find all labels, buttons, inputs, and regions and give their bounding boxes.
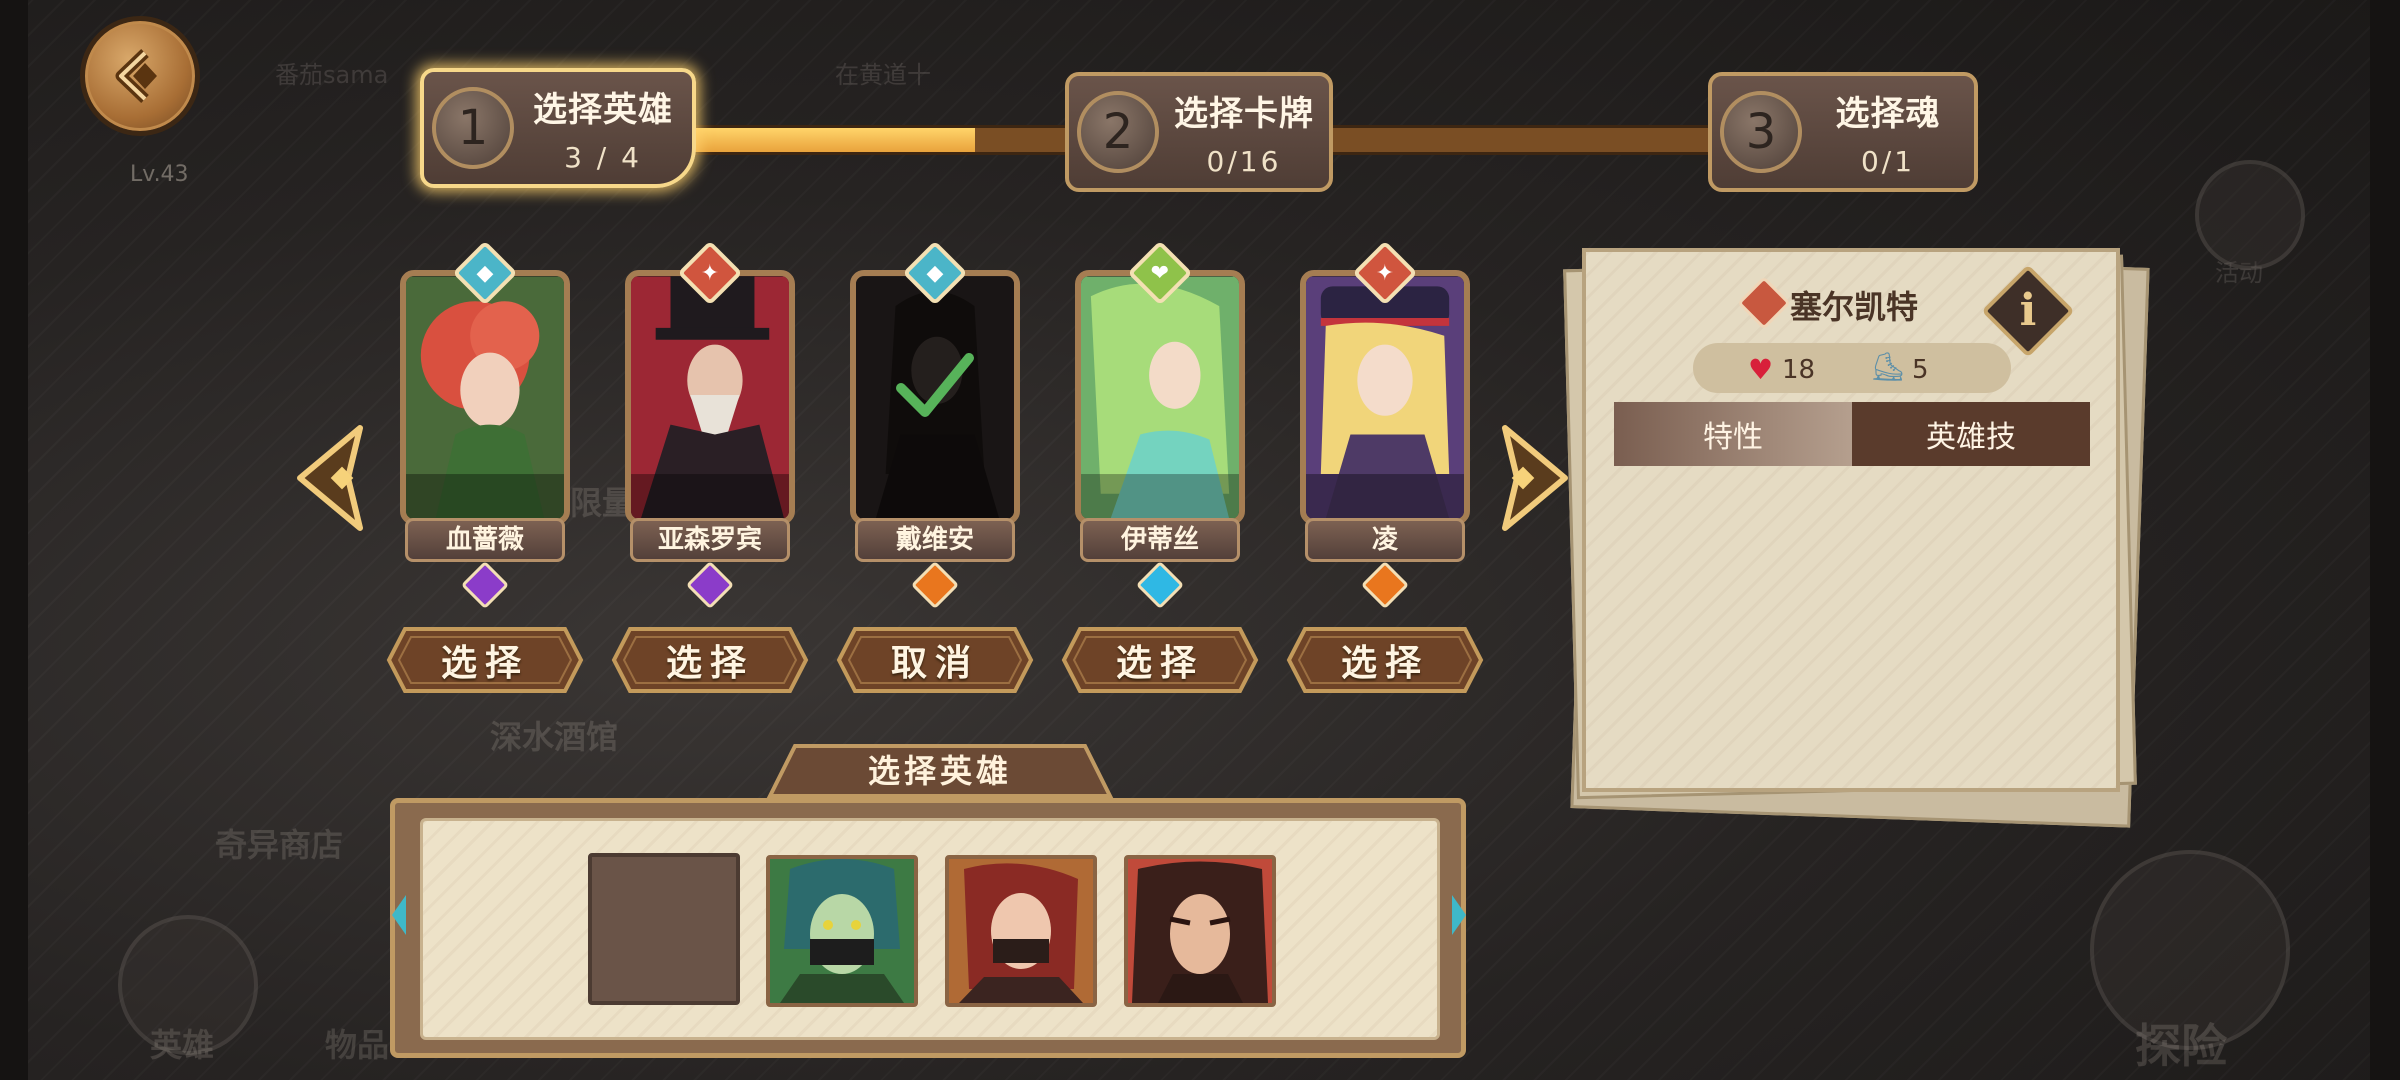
hero-portrait-art	[631, 276, 789, 519]
button-label: 选择	[665, 643, 754, 684]
hero-card-1[interactable]: ◆ 血蔷薇	[390, 240, 580, 610]
hero-portrait-art	[406, 276, 564, 519]
hero-name: 血蔷薇	[405, 518, 565, 562]
left-edge	[0, 0, 28, 1080]
selected-hero-portrait	[770, 859, 914, 1003]
step-title: 选择卡牌	[1174, 94, 1314, 134]
nav-items-ghost: 物品	[325, 1026, 390, 1064]
cancel-hero-3-button[interactable]: 取消	[835, 625, 1035, 695]
hero-card-3[interactable]: ◆ 戴维安	[840, 240, 1030, 610]
hero-portrait	[625, 270, 795, 525]
tavern-ghost: 深水酒馆	[490, 718, 619, 756]
button-label: 选择	[1115, 643, 1204, 684]
heart-icon: ♥	[1748, 353, 1774, 386]
nav-heroes-ghost: 英雄	[150, 1026, 215, 1064]
selected-heroes-title: 选择英雄	[867, 752, 1012, 790]
stats-bar	[1693, 343, 2011, 393]
hero-slot-filled[interactable]	[945, 855, 1097, 1007]
step-title: 选择魂	[1835, 94, 1941, 134]
step-title: 选择英雄	[533, 90, 673, 130]
hero-slot-filled[interactable]	[1124, 855, 1276, 1007]
info-tabs: 特性 英雄技	[1614, 402, 2090, 466]
hero-portrait-art	[1306, 276, 1464, 519]
explore-ghost: 探险	[2135, 1019, 2227, 1073]
hero-name: 戴维安	[855, 518, 1015, 562]
info-icon: i	[2019, 285, 2037, 336]
hp-value: 18	[1782, 355, 1816, 385]
select-hero-1-button[interactable]: 选择	[385, 625, 585, 695]
button-label: 选择	[440, 643, 529, 684]
hero-portrait-art	[1081, 276, 1239, 519]
hero-slot-empty[interactable]	[588, 853, 740, 1005]
step-count: 0/1	[1860, 145, 1916, 178]
selected-heroes-slots	[420, 818, 1440, 1040]
hero-portrait	[1300, 270, 1470, 525]
event-circle	[2195, 160, 2305, 270]
selected-hero-portrait	[949, 859, 1093, 1003]
select-hero-5-button[interactable]: 选择	[1285, 625, 1485, 695]
step-number: 2	[1077, 91, 1159, 173]
step-number: 3	[1720, 91, 1802, 173]
hero-card-4[interactable]: ❤ 伊蒂丝	[1065, 240, 1255, 610]
status-ghost: 在黄道十	[835, 61, 931, 89]
player-name-ghost: 番茄sama	[275, 61, 389, 89]
hero-card-5[interactable]: ✦ 凌	[1290, 240, 1480, 610]
selected-hero-portrait	[1128, 859, 1272, 1003]
select-hero-2-button[interactable]: 选择	[610, 625, 810, 695]
player-level: Lv.43	[130, 162, 189, 187]
hero-name: 凌	[1305, 518, 1465, 562]
step-count: 3 / 4	[564, 141, 642, 174]
next-arrow-icon[interactable]	[1495, 418, 1575, 538]
hero-slot-filled[interactable]	[766, 855, 918, 1007]
button-label: 取消	[890, 643, 979, 684]
hero-portrait	[400, 270, 570, 525]
progress-fill	[683, 128, 975, 152]
hero-name: 亚森罗宾	[630, 518, 790, 562]
hero-card-2[interactable]: ✦ 亚森罗宾	[615, 240, 805, 610]
info-hero-name: 塞尔凯特	[1790, 288, 1919, 326]
step-select-hero[interactable]: 1 选择英雄 3 / 4	[420, 68, 696, 188]
tab-traits[interactable]: 特性	[1614, 402, 1852, 466]
step-select-soul[interactable]: 3 选择魂 0/1	[1708, 72, 1978, 192]
speed-value: 5	[1912, 355, 1929, 385]
step-number: 1	[432, 87, 514, 169]
prev-arrow-icon[interactable]	[290, 418, 370, 538]
checkmark-icon	[896, 353, 974, 417]
step-count: 0/16	[1206, 145, 1282, 178]
select-hero-4-button[interactable]: 选择	[1060, 625, 1260, 695]
step-select-cards[interactable]: 2 选择卡牌 0/16	[1065, 72, 1333, 192]
shop-ghost: 奇异商店	[215, 826, 344, 864]
boot-icon: ⛸	[1870, 350, 1906, 383]
hero-name: 伊蒂丝	[1080, 518, 1240, 562]
right-edge	[2370, 0, 2400, 1080]
tab-hero-skill[interactable]: 英雄技	[1852, 402, 2090, 466]
back-button[interactable]	[80, 16, 200, 136]
back-arrow-icon	[115, 49, 157, 103]
button-label: 选择	[1340, 643, 1429, 684]
hero-portrait	[1075, 270, 1245, 525]
